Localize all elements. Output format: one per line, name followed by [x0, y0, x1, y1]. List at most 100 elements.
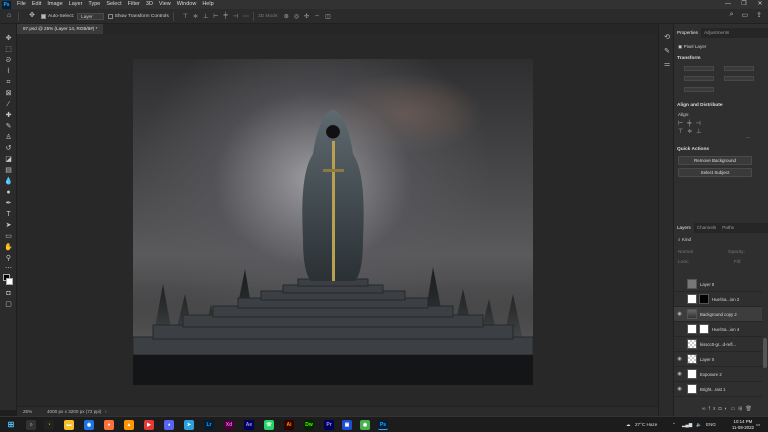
layer-row[interactable]: ◉ Bright...rast 1	[674, 382, 762, 397]
notification-icon[interactable]: ▭	[756, 417, 760, 432]
search-icon[interactable]: ○	[26, 420, 36, 430]
dreamweaver-icon[interactable]: Dw	[304, 420, 314, 430]
workspace-icon[interactable]: ▭	[742, 11, 749, 19]
dodge-tool-icon[interactable]: ●	[4, 188, 13, 197]
menu-file[interactable]: File	[14, 0, 29, 9]
share-icon[interactable]: ⇪	[756, 11, 762, 19]
windows-start-icon[interactable]: ⊞	[6, 420, 16, 430]
path-select-tool-icon[interactable]: ➤	[4, 221, 13, 230]
eraser-tool-icon[interactable]: ◪	[4, 155, 13, 164]
slide-3d-icon[interactable]: ⇔	[314, 13, 320, 19]
menu-view[interactable]: View	[156, 0, 174, 9]
orbit-3d-icon[interactable]: ⊛	[284, 13, 289, 20]
layer-row[interactable]: Layer 8	[674, 277, 762, 292]
blend-mode-select[interactable]: Normal	[678, 249, 693, 254]
layer-name[interactable]: kisscc0-gr...d-refl...	[700, 342, 736, 347]
weather-label[interactable]: 27°C Haze	[635, 417, 657, 432]
layer-name[interactable]: Hue/Sa...ion 4	[712, 327, 739, 332]
height-field[interactable]	[684, 76, 714, 81]
telegram-icon[interactable]: ➤	[184, 420, 194, 430]
premiere-icon[interactable]: Pr	[324, 420, 334, 430]
layer-mask-thumbnail[interactable]	[699, 294, 709, 304]
layers-scrollbar[interactable]	[763, 338, 767, 368]
lasso-tool-icon[interactable]: ᘐ	[4, 56, 13, 65]
whatsapp-icon[interactable]: ☏	[264, 420, 274, 430]
layer-name[interactable]: Background copy 2	[700, 312, 737, 317]
history-panel-icon[interactable]: ⟲	[663, 34, 671, 42]
photoshop-taskbar-icon[interactable]: Ps	[378, 420, 388, 430]
gradient-tool-icon[interactable]: ▤	[4, 166, 13, 175]
quick-mask-icon[interactable]: ◘	[4, 289, 13, 298]
eye-icon[interactable]: ◉	[676, 386, 683, 392]
menu-type[interactable]: Type	[85, 0, 103, 9]
photoshop-logo-icon[interactable]: Ps	[2, 0, 11, 9]
menu-layer[interactable]: Layer	[66, 0, 86, 9]
lightroom-icon[interactable]: Lr	[204, 420, 214, 430]
chrome-icon[interactable]: ◉	[84, 420, 94, 430]
menu-3d[interactable]: 3D	[143, 0, 156, 9]
layer-kind-filter[interactable]: Kind	[682, 237, 691, 242]
history-brush-tool-icon[interactable]: ↺	[4, 144, 13, 153]
layer-name[interactable]: Layer 5	[700, 357, 714, 362]
document-tab[interactable]: 87.psd @ 25% (Layer 14, RGB/8#) *	[17, 24, 104, 34]
pen-tool-icon[interactable]: ✒	[4, 199, 13, 208]
adjust-panel-icon[interactable]: ⚌	[663, 61, 671, 69]
after-effects-icon[interactable]: Ae	[244, 420, 254, 430]
healing-brush-tool-icon[interactable]: ✚	[4, 111, 13, 120]
firefox-icon[interactable]: ●	[104, 420, 114, 430]
brush-tool-icon[interactable]: ✎	[4, 122, 13, 131]
eye-icon[interactable]: ◉	[676, 311, 683, 317]
discord-icon[interactable]: ◕	[164, 420, 174, 430]
crop-tool-icon[interactable]: ⌗	[4, 78, 13, 87]
align-top-icon[interactable]: ⊤	[183, 13, 188, 20]
brush-settings-icon[interactable]: ✎	[663, 48, 671, 56]
more-tools-icon[interactable]: ⋯	[4, 264, 13, 273]
tab-properties[interactable]: Properties	[674, 28, 701, 38]
align-bottom-edges-icon[interactable]: ⊥	[696, 129, 705, 135]
search-icon[interactable]: ⌕	[730, 11, 734, 19]
align-right-icon[interactable]: ⊣	[233, 13, 238, 20]
xd-icon[interactable]: Xd	[224, 420, 234, 430]
app-icon-2[interactable]: ▣	[342, 420, 352, 430]
clone-stamp-tool-icon[interactable]: ♙	[4, 133, 13, 142]
menu-image[interactable]: Image	[44, 0, 65, 9]
screen-mode-icon[interactable]: ▢	[4, 300, 13, 309]
layer-name[interactable]: Bright...rast 1	[700, 387, 726, 392]
align-left-edges-icon[interactable]: ⊢	[678, 121, 687, 127]
scale-3d-icon[interactable]: ◫	[325, 13, 331, 20]
tab-paths[interactable]: Paths	[719, 223, 737, 233]
pan-3d-icon[interactable]: ✣	[304, 13, 309, 20]
menu-select[interactable]: Select	[103, 0, 124, 9]
tab-adjustments[interactable]: Adjustments	[701, 28, 732, 38]
layer-row[interactable]: ◉ Layer 5	[674, 352, 762, 367]
y-field[interactable]	[724, 76, 754, 81]
canvas-area[interactable]	[17, 34, 658, 406]
align-bottom-icon[interactable]: ⊥	[203, 13, 208, 20]
move-tool-icon[interactable]: ✥	[4, 34, 13, 43]
vlc-icon[interactable]: ▲	[124, 420, 134, 430]
chrome-icon-2[interactable]: ◉	[360, 420, 370, 430]
auto-select-dropdown[interactable]: Layer	[77, 12, 104, 20]
select-subject-button[interactable]: Select Subject	[678, 168, 752, 177]
align-top-edges-icon[interactable]: ⊤	[678, 129, 687, 135]
align-h-centers-icon[interactable]: ╪	[687, 121, 695, 127]
type-tool-icon[interactable]: T	[4, 210, 13, 219]
layer-name[interactable]: Exposure 2	[700, 372, 722, 377]
eye-icon[interactable]: ◉	[676, 371, 683, 377]
minimize-button[interactable]: —	[720, 0, 736, 9]
marquee-tool-icon[interactable]: ⬚	[4, 45, 13, 54]
width-field[interactable]	[684, 66, 714, 71]
weather-icon[interactable]: ☁	[626, 417, 631, 432]
quick-select-tool-icon[interactable]: ⌇	[4, 67, 13, 76]
home-icon[interactable]: ⌂	[4, 11, 14, 21]
angle-field[interactable]	[684, 87, 714, 92]
system-clock[interactable]: 10:14 PM 11-08-2022	[732, 419, 754, 431]
zoom-tool-icon[interactable]: ⚲	[4, 254, 13, 263]
close-button[interactable]: ✕	[752, 0, 768, 9]
align-middle-icon[interactable]: ≑	[193, 13, 198, 20]
tab-layers[interactable]: Layers	[674, 223, 694, 233]
roll-3d-icon[interactable]: ◎	[294, 13, 299, 20]
auto-select-checkbox[interactable]	[41, 13, 46, 19]
file-explorer-icon[interactable]: ▬	[64, 420, 74, 430]
artwork-image[interactable]	[133, 59, 533, 385]
